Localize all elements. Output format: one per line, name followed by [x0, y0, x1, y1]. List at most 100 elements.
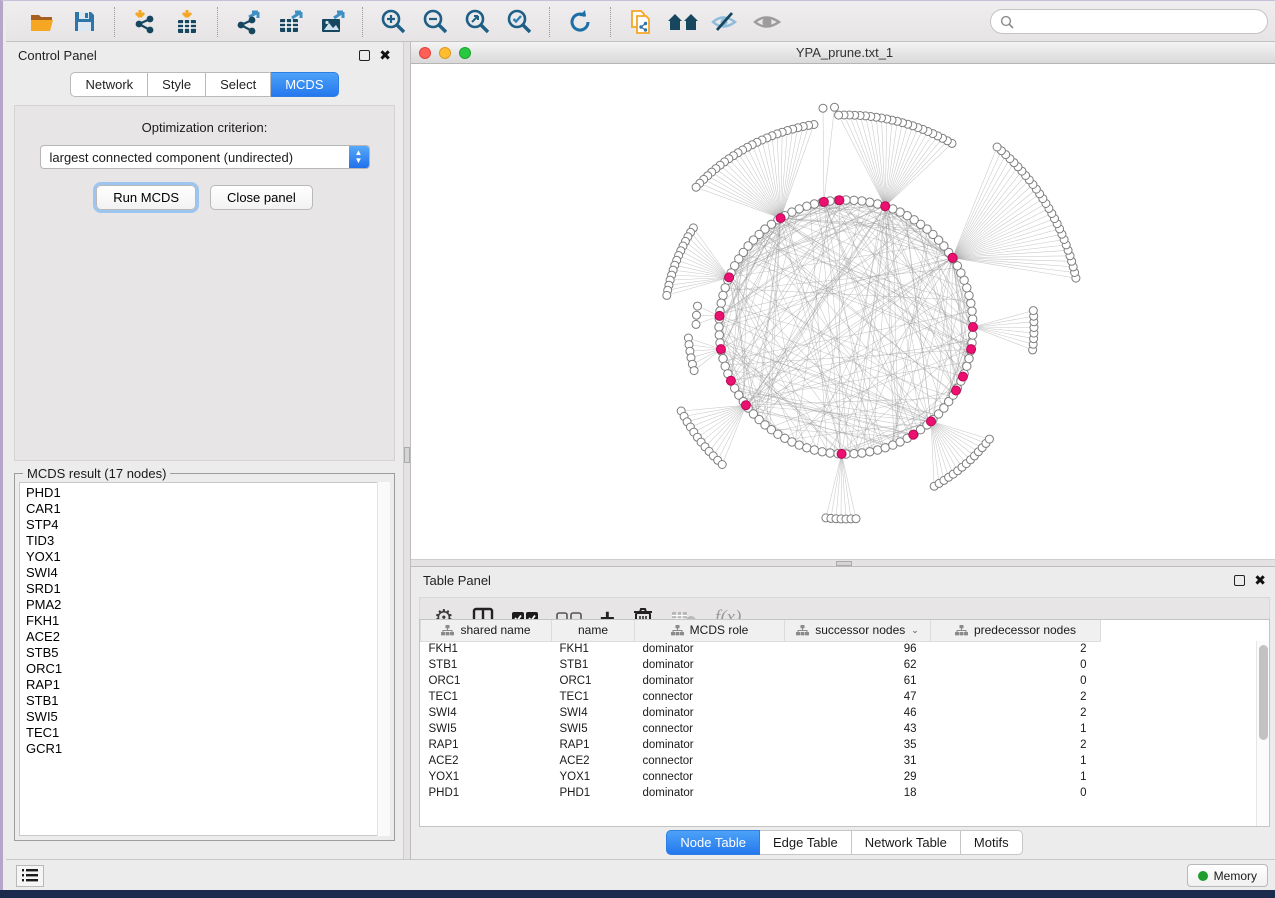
cell-name: RAP1 [552, 737, 635, 753]
cell-name: ORC1 [552, 673, 635, 689]
column-header-shared-name[interactable]: shared name [421, 620, 552, 641]
zoom-out-icon[interactable] [417, 6, 453, 38]
tab-motifs[interactable]: Motifs [961, 830, 1023, 855]
mcds-result-item[interactable]: CAR1 [26, 501, 389, 517]
tab-mcds[interactable]: MCDS [271, 72, 338, 97]
cell-shared_name: FKH1 [421, 641, 552, 657]
screen: Control Panel ✖ NetworkStyleSelectMCDS O… [0, 0, 1275, 898]
cell-predecessor: 0 [931, 673, 1101, 689]
hide-selected-icon[interactable] [707, 6, 743, 38]
tab-network-table[interactable]: Network Table [852, 830, 961, 855]
memory-button[interactable]: Memory [1187, 864, 1268, 887]
table-row[interactable]: FKH1FKH1dominator962 [421, 641, 1267, 657]
mcds-result-item[interactable]: PMA2 [26, 597, 389, 613]
mcds-result-item[interactable]: STP4 [26, 517, 389, 533]
cell-predecessor: 1 [931, 769, 1101, 785]
column-header-name[interactable]: name [552, 620, 635, 641]
cell-shared_name: YOX1 [421, 769, 552, 785]
mcds-result-item[interactable]: SWI4 [26, 565, 389, 581]
export-network-icon[interactable] [230, 6, 266, 38]
tab-select[interactable]: Select [206, 72, 271, 97]
mcds-result-item[interactable]: RAP1 [26, 677, 389, 693]
export-image-icon[interactable] [314, 6, 350, 38]
column-header-predecessor-nodes[interactable]: predecessor nodes [931, 620, 1101, 641]
open-file-icon[interactable] [24, 6, 60, 38]
refresh-icon[interactable] [562, 6, 598, 38]
table-row[interactable]: ORC1ORC1dominator610 [421, 673, 1267, 689]
import-network-icon[interactable] [127, 6, 163, 38]
mcds-result-item[interactable]: SWI5 [26, 709, 389, 725]
mcds-result-item[interactable]: PHD1 [26, 485, 389, 501]
first-neighbors-icon[interactable] [665, 6, 701, 38]
cell-filler [1101, 705, 1267, 721]
mcds-result-item[interactable]: TEC1 [26, 725, 389, 741]
close-panel-icon[interactable]: ✖ [379, 48, 391, 62]
close-panel-button[interactable]: Close panel [210, 185, 313, 210]
import-table-icon[interactable] [169, 6, 205, 38]
search-input[interactable] [1019, 15, 1258, 29]
save-session-icon[interactable] [66, 6, 102, 38]
table-scrollbar[interactable] [1256, 641, 1269, 826]
cell-successor: 62 [785, 657, 931, 673]
table-row[interactable]: STB1STB1dominator620 [421, 657, 1267, 673]
cell-filler [1101, 689, 1267, 705]
mcds-result-item[interactable]: ACE2 [26, 629, 389, 645]
network-title: YPA_prune.txt_1 [411, 45, 1275, 60]
float-panel-icon[interactable] [359, 50, 370, 61]
mcds-result-item[interactable]: FKH1 [26, 613, 389, 629]
node-table: shared namenameMCDS rolesuccessor nodes⌄… [419, 619, 1270, 827]
tab-style[interactable]: Style [148, 72, 206, 97]
table-row[interactable]: RAP1RAP1dominator352 [421, 737, 1267, 753]
dropdown-stepper-icon: ▲▼ [349, 146, 369, 168]
mcds-result-item[interactable]: ORC1 [26, 661, 389, 677]
splitter-grip[interactable] [404, 447, 410, 463]
float-panel-icon[interactable] [1234, 575, 1245, 586]
cell-filler [1101, 673, 1267, 689]
cell-mcds_role: dominator [635, 673, 785, 689]
cell-name: STB1 [552, 657, 635, 673]
task-history-icon[interactable] [16, 865, 44, 887]
desktop-wallpaper [0, 890, 1275, 898]
horizontal-splitter[interactable] [411, 559, 1275, 567]
duplicate-network-icon[interactable] [623, 6, 659, 38]
cell-name: SWI5 [552, 721, 635, 737]
network-titlebar: YPA_prune.txt_1 [411, 42, 1275, 64]
table-row[interactable]: YOX1YOX1connector291 [421, 769, 1267, 785]
column-header-MCDS-role[interactable]: MCDS role [635, 620, 785, 641]
mcds-result-item[interactable]: GCR1 [26, 741, 389, 757]
cell-successor: 31 [785, 753, 931, 769]
tab-network[interactable]: Network [70, 72, 148, 97]
table-row[interactable]: SWI4SWI4dominator462 [421, 705, 1267, 721]
run-mcds-button[interactable]: Run MCDS [96, 185, 196, 210]
table-row[interactable]: TEC1TEC1connector472 [421, 689, 1267, 705]
cell-mcds_role: dominator [635, 705, 785, 721]
mcds-result-item[interactable]: STB1 [26, 693, 389, 709]
table-row[interactable]: ACE2ACE2connector311 [421, 753, 1267, 769]
cell-successor: 35 [785, 737, 931, 753]
mcds-result-item[interactable]: SRD1 [26, 581, 389, 597]
mcds-result-box: MCDS result (17 nodes) PHD1CAR1STP4TID3Y… [14, 473, 395, 841]
mcds-result-item[interactable]: STB5 [26, 645, 389, 661]
tab-edge-table[interactable]: Edge Table [760, 830, 852, 855]
search-icon [1000, 15, 1014, 29]
zoom-in-icon[interactable] [375, 6, 411, 38]
vertical-splitter[interactable] [403, 42, 411, 859]
network-canvas[interactable] [411, 64, 1275, 559]
column-header-successor-nodes[interactable]: successor nodes⌄ [785, 620, 931, 641]
mcds-result-item[interactable]: YOX1 [26, 549, 389, 565]
criterion-dropdown[interactable]: largest connected component (undirected)… [40, 145, 370, 169]
mcds-result-list[interactable]: PHD1CAR1STP4TID3YOX1SWI4SRD1PMA2FKH1ACE2… [19, 482, 390, 836]
mcds-result-item[interactable]: TID3 [26, 533, 389, 549]
scrollbar-thumb[interactable] [1259, 645, 1268, 740]
zoom-selected-icon[interactable] [501, 6, 537, 38]
table-row[interactable]: SWI5SWI5connector431 [421, 721, 1267, 737]
export-table-icon[interactable] [272, 6, 308, 38]
tab-node-table[interactable]: Node Table [666, 830, 760, 855]
table-row[interactable]: PHD1PHD1dominator180 [421, 785, 1267, 801]
show-all-icon[interactable] [749, 6, 785, 38]
search-field[interactable] [990, 9, 1268, 34]
close-panel-icon[interactable]: ✖ [1254, 573, 1266, 587]
zoom-fit-icon[interactable] [459, 6, 495, 38]
mcds-list-scrollbar[interactable] [377, 482, 390, 836]
splitter-grip[interactable] [836, 561, 852, 566]
